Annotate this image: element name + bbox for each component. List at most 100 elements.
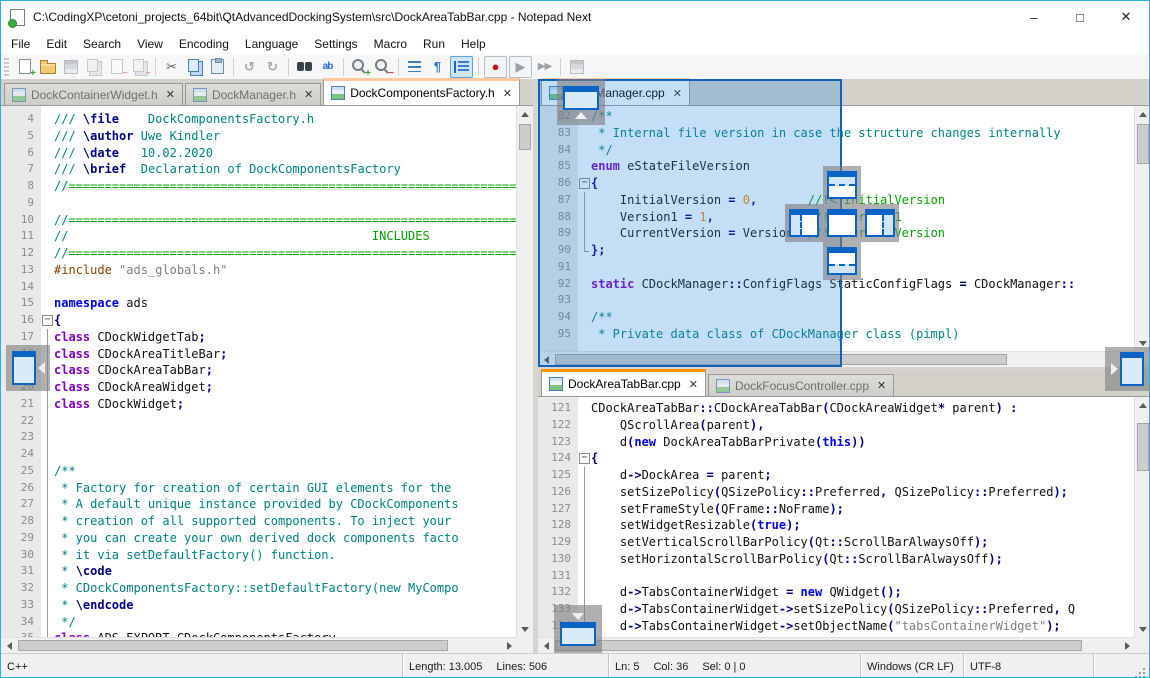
- status-language[interactable]: C++: [1, 654, 403, 678]
- close-all-button[interactable]: −: [129, 57, 150, 77]
- fold-marker[interactable]: [578, 450, 591, 467]
- tab-close-icon[interactable]: ✕: [166, 88, 175, 101]
- tab-DockAreaTabBar.cpp[interactable]: DockAreaTabBar.cpp✕: [541, 369, 706, 396]
- scroll-up-arrow[interactable]: [1135, 106, 1150, 122]
- dock-target-top-edge[interactable]: [557, 79, 605, 125]
- scroll-up-arrow[interactable]: [517, 106, 533, 122]
- code-line: 31 * \code: [1, 563, 517, 580]
- menu-help[interactable]: Help: [453, 35, 494, 53]
- word-wrap-button[interactable]: [404, 57, 425, 77]
- code-text: */: [54, 614, 517, 631]
- macro-save-button[interactable]: [566, 57, 587, 77]
- toolbar-separator: [155, 58, 156, 76]
- tab-label: DockFocusController.cpp: [735, 379, 869, 393]
- code-line: 27 * A default unique instance provided …: [1, 496, 517, 513]
- paste-button[interactable]: [207, 57, 228, 77]
- vertical-scrollbar[interactable]: [516, 106, 533, 637]
- titlebar[interactable]: C:\CodingXP\cetoni_projects_64bit\QtAdva…: [1, 1, 1149, 33]
- save-button[interactable]: [60, 57, 81, 77]
- dock-target-right-edge[interactable]: [1105, 347, 1149, 391]
- scroll-right-arrow[interactable]: [501, 638, 517, 654]
- tab-close-icon[interactable]: ✕: [689, 378, 698, 391]
- scroll-thumb[interactable]: [1137, 423, 1149, 471]
- vertical-scrollbar[interactable]: [1134, 397, 1150, 637]
- resize-grip[interactable]: [1134, 667, 1146, 678]
- copy-button[interactable]: [184, 57, 205, 77]
- dock-target-split-right[interactable]: [861, 204, 899, 242]
- status-encoding[interactable]: UTF-8: [964, 654, 1094, 678]
- scroll-left-arrow[interactable]: [1, 638, 17, 654]
- scroll-thumb[interactable]: [519, 124, 531, 150]
- scroll-left-arrow[interactable]: [538, 638, 554, 654]
- menu-run[interactable]: Run: [415, 35, 453, 53]
- menu-file[interactable]: File: [3, 35, 38, 53]
- line-number: 23: [1, 429, 41, 446]
- cut-button[interactable]: ✂: [161, 57, 182, 77]
- save-copy-button[interactable]: [83, 57, 104, 77]
- dock-target-split-top[interactable]: [823, 166, 861, 204]
- undo-button[interactable]: ↺: [239, 57, 260, 77]
- macro-record-button[interactable]: ●: [484, 56, 507, 78]
- scroll-thumb[interactable]: [555, 640, 1082, 651]
- status-eol-format[interactable]: Windows (CR LF): [861, 654, 964, 678]
- dock-target-split-bottom[interactable]: [823, 242, 861, 280]
- split-right-icon: [865, 209, 895, 237]
- left-editor-content[interactable]: 4/// \file DockComponentsFactory.h5/// \…: [1, 106, 533, 637]
- scroll-right-arrow[interactable]: [1119, 638, 1135, 654]
- scroll-down-arrow[interactable]: [1135, 621, 1150, 637]
- code-line: 7/// \brief Declaration of DockComponent…: [1, 161, 517, 178]
- status-length: Length: 13.005: [409, 661, 482, 673]
- menu-settings[interactable]: Settings: [306, 35, 365, 53]
- menu-search[interactable]: Search: [75, 35, 129, 53]
- find-button[interactable]: [294, 57, 315, 77]
- dock-target-split-left[interactable]: [785, 204, 823, 242]
- dock-right-icon: [1120, 352, 1144, 386]
- fold-marker[interactable]: [41, 312, 54, 329]
- menu-view[interactable]: View: [129, 35, 171, 53]
- menu-language[interactable]: Language: [237, 35, 306, 53]
- code-text: d->TabsContainerWidget->setObjectName("t…: [591, 618, 1135, 635]
- tab-close-icon[interactable]: ✕: [503, 87, 512, 100]
- dock-target-center[interactable]: [823, 204, 861, 242]
- menu-encoding[interactable]: Encoding: [171, 35, 237, 53]
- menu-edit[interactable]: Edit: [38, 35, 75, 53]
- tab-DockFocusController.cpp[interactable]: DockFocusController.cpp ✕: [708, 374, 894, 396]
- vertical-scrollbar[interactable]: [1134, 106, 1150, 351]
- scroll-thumb[interactable]: [18, 640, 448, 651]
- close-button[interactable]: ✕: [1103, 1, 1149, 33]
- tab-DockContainerWidget.h[interactable]: DockContainerWidget.h✕: [4, 83, 183, 105]
- line-number: 22: [1, 413, 41, 430]
- scroll-up-arrow[interactable]: [1135, 397, 1150, 413]
- horizontal-scrollbar[interactable]: [1, 637, 517, 653]
- menu-macro[interactable]: Macro: [366, 35, 415, 53]
- toolbar-grip[interactable]: [4, 58, 9, 76]
- code-editor[interactable]: 4/// \file DockComponentsFactory.h5/// \…: [1, 106, 517, 637]
- tab-close-icon[interactable]: ✕: [304, 88, 313, 101]
- code-editor[interactable]: 121CDockAreaTabBar::CDockAreaTabBar(CDoc…: [538, 397, 1135, 637]
- scroll-thumb[interactable]: [1137, 124, 1149, 164]
- scroll-down-arrow[interactable]: [517, 621, 533, 637]
- maximize-button[interactable]: □: [1057, 1, 1103, 33]
- indent-guide-button[interactable]: [450, 56, 473, 78]
- tab-DockManager.h[interactable]: DockManager.h✕: [185, 83, 321, 105]
- dock-target-bottom-edge[interactable]: [554, 605, 602, 653]
- macro-play-button[interactable]: ▶: [509, 56, 532, 78]
- code-text: /// \author Uwe Kindler: [54, 128, 517, 145]
- zoom-out-button[interactable]: −: [372, 57, 393, 77]
- redo-button[interactable]: ↻: [262, 57, 283, 77]
- close-file-button[interactable]: −: [106, 57, 127, 77]
- open-file-button[interactable]: [37, 57, 58, 77]
- replace-button[interactable]: ab: [317, 57, 338, 77]
- zoom-in-button[interactable]: +: [349, 57, 370, 77]
- tab-close-icon[interactable]: ✕: [877, 379, 886, 392]
- minimize-button[interactable]: –: [1011, 1, 1057, 33]
- show-all-characters-button[interactable]: ¶: [427, 57, 448, 77]
- fold-margin: [41, 161, 54, 178]
- horizontal-scrollbar[interactable]: [538, 637, 1135, 653]
- new-file-button[interactable]: +: [14, 57, 35, 77]
- line-number: 13: [1, 262, 41, 279]
- tab-DockComponentsFactory.h[interactable]: DockComponentsFactory.h✕: [323, 78, 520, 105]
- dock-target-left-edge[interactable]: [6, 345, 50, 391]
- macro-run-multiple-button[interactable]: ▶▶: [534, 57, 555, 77]
- bottom-right-editor-content[interactable]: 121CDockAreaTabBar::CDockAreaTabBar(CDoc…: [538, 397, 1150, 637]
